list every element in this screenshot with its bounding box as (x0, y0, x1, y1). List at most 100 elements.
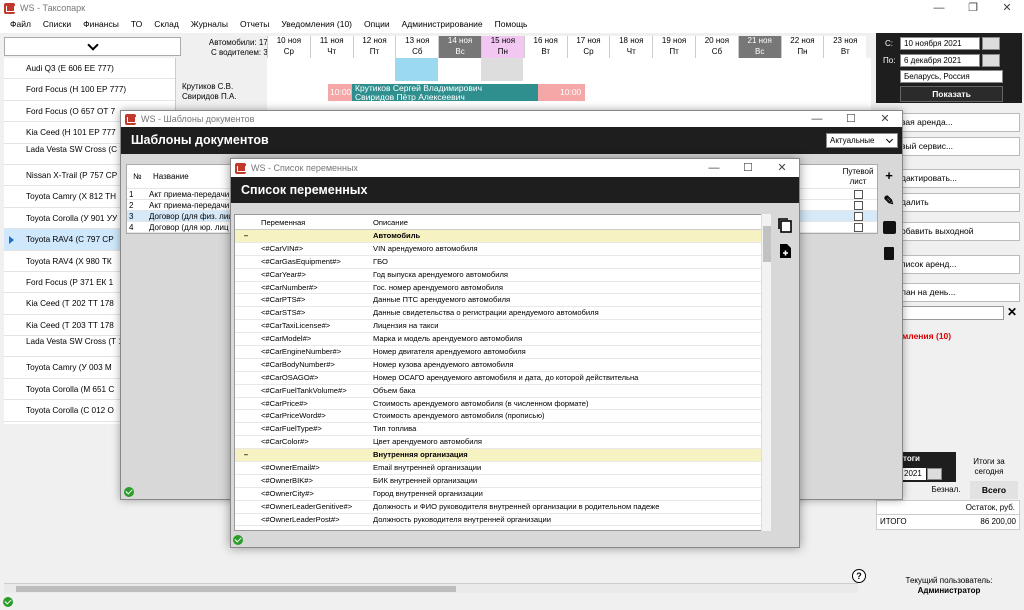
variable-description: БИК внутренней организации (373, 475, 478, 485)
collapse-group-icon[interactable]: – (235, 230, 257, 242)
add-icon[interactable]: + (879, 165, 899, 185)
collapse-button[interactable] (4, 37, 181, 56)
waybill-checkbox[interactable] (853, 223, 863, 232)
variable-description: Номер двигателя арендуемого автомобиля (373, 347, 526, 357)
maximize-icon[interactable]: ☐ (834, 111, 868, 127)
car-name: Lada Vesta SW Cross (Т 178) (26, 337, 135, 347)
menu-item[interactable]: Опции (358, 16, 396, 33)
minimize-icon[interactable]: — (922, 0, 956, 16)
waybill-checkbox[interactable] (853, 212, 863, 221)
variable-group-row[interactable]: – Внутренняя организация (235, 449, 770, 463)
variable-row[interactable]: <#OwnerLeaderPost#> Должность руководител… (235, 514, 770, 527)
menu-item[interactable]: Отчеты (234, 16, 275, 33)
menu-bar: Файл Списки Финансы ТО Склад Журналы Отчеты Уве… (0, 16, 1024, 33)
variable-row[interactable]: <#CarEngineNumber#> Номер двигателя аренд… (235, 346, 770, 359)
variables-scrollbar[interactable] (761, 214, 771, 531)
variable-row[interactable]: <#OwnerCity#> Город внутренней организаци… (235, 488, 770, 501)
trash-icon[interactable] (879, 243, 899, 263)
menu-item[interactable]: Администрирование (396, 16, 489, 33)
templates-window-title: WS - Шаблоны документов (141, 114, 255, 124)
to-calendar-icon[interactable] (982, 54, 1000, 67)
variable-row[interactable]: <#CarSTS#> Данные свидетельства о регистр… (235, 307, 770, 321)
variable-row[interactable]: <#CarBodyNumber#> Номер кузова арендуемог… (235, 359, 770, 372)
menu-item[interactable]: Уведомления (10) (275, 16, 358, 33)
booking-driver-2: Свиридов Пётр Алексеевич (355, 91, 465, 102)
main-titlebar: WS - Таксопарк — ❐ ✕ (0, 0, 1024, 16)
show-button[interactable]: Показать (900, 86, 1003, 102)
tab-cashless[interactable]: Безнал. (924, 483, 968, 497)
minimize-icon[interactable]: — (800, 111, 834, 127)
car-row[interactable]: Audi Q3 (Е 606 ЕЕ 777) (4, 58, 175, 80)
variables-heading: Список переменных (241, 183, 368, 197)
variable-row[interactable]: <#CarOSAGO#> Номер ОСАГО арендуемого авто… (235, 372, 770, 385)
driver-1: Крутиков С.В. (182, 82, 234, 91)
region-select[interactable]: Беларусь, Россия (900, 70, 1003, 83)
horizontal-scrollbar[interactable] (4, 583, 858, 593)
restore-icon[interactable]: ❐ (956, 0, 990, 16)
close-icon[interactable]: ✕ (868, 111, 902, 127)
totals-year-input[interactable]: 2021 (902, 468, 926, 480)
variable-row[interactable]: <#OwnerBIK#> БИК внутренней организации (235, 475, 770, 488)
insert-document-icon[interactable] (777, 243, 793, 259)
download-icon[interactable] (879, 217, 899, 237)
totals-table: Остаток, руб. ИТОГО 86 200,00 (876, 500, 1020, 530)
day-weekday: Вс (455, 46, 465, 56)
variable-name: <#CarNumber#> (261, 282, 318, 292)
menu-item[interactable]: Списки (37, 16, 77, 33)
from-calendar-icon[interactable] (982, 37, 1000, 50)
driver-2: Свиридов П.А. (182, 92, 237, 101)
menu-item[interactable]: Файл (4, 16, 37, 33)
variable-row[interactable]: <#CarFuelTankVolume#> Объем бака (235, 385, 770, 398)
variable-row[interactable]: <#CarPrice#> Стоимость арендуемого автомо… (235, 398, 770, 411)
close-icon[interactable]: ✕ (765, 160, 799, 176)
copy-icon[interactable] (777, 217, 793, 233)
day-column-header: 13 ноя Сб (395, 36, 439, 58)
day-weekday: Пн (497, 46, 508, 56)
variable-row[interactable]: <#CarColor#> Цвет арендуемого автомобиля (235, 436, 770, 450)
variable-row[interactable]: <#CarYear#> Год выпуска арендуемого автом… (235, 269, 770, 282)
variable-row[interactable]: <#CarGasEquipment#> ГБО (235, 256, 770, 269)
from-date-input[interactable]: 10 ноября 2021 (900, 37, 980, 50)
menu-item[interactable]: Финансы (77, 16, 125, 33)
variable-row[interactable]: <#CarTaxiLicense#> Лицензия на такси (235, 320, 770, 334)
booking-driver-bar[interactable]: Крутиков Сергей Владимирович Свиридов Пё… (352, 84, 538, 101)
variable-description: Город внутренней организации (373, 488, 483, 498)
variable-row[interactable]: <#CarPTS#> Данные ПТС арендуемого автомоб… (235, 294, 770, 308)
day-date: 14 ноя (447, 36, 473, 45)
edit-icon[interactable]: ✎ (879, 191, 899, 211)
variable-row[interactable]: <#OwnerEmail#> Email внутренней организац… (235, 462, 770, 475)
variable-row[interactable]: <#CarModel#> Марка и модель арендуемого а… (235, 333, 770, 347)
scroll-thumb[interactable] (763, 226, 771, 262)
tab-all[interactable]: Всего (970, 481, 1018, 499)
variable-name: <#CarFuelType#> (261, 424, 322, 434)
menu-item[interactable]: Журналы (185, 16, 234, 33)
status-filter-select[interactable]: Актуальные (826, 133, 898, 148)
notifications-link[interactable]: мления (10) (902, 331, 951, 341)
maximize-icon[interactable]: ☐ (731, 160, 765, 176)
clear-search-icon[interactable]: ✕ (1007, 305, 1017, 319)
minimize-icon[interactable]: — (697, 160, 731, 176)
app-icon (4, 2, 15, 14)
variable-row[interactable]: <#CarPriceWord#> Стоимость арендуемого ав… (235, 410, 770, 424)
variable-row[interactable]: <#CarVIN#> VIN арендуемого автомобиля (235, 243, 770, 256)
menu-item[interactable]: Помощь (489, 16, 534, 33)
app-icon (125, 113, 136, 125)
variable-group-row[interactable]: – Автомобиль (235, 230, 770, 243)
today-marker (395, 58, 438, 81)
waybill-checkbox[interactable] (853, 190, 863, 199)
close-icon[interactable]: ✕ (990, 0, 1024, 16)
scroll-thumb[interactable] (16, 586, 456, 592)
variables-window: WS - Список переменных — ☐ ✕ Список пере… (230, 158, 800, 548)
variable-row[interactable]: <#CarFuelType#> Тип топлива (235, 423, 770, 437)
variable-row[interactable]: <#CarNumber#> Гос. номер арендуемого авто… (235, 282, 770, 295)
collapse-group-icon[interactable]: – (235, 449, 257, 461)
variable-row[interactable]: <#OwnerLeaderGenitive#> Должность и ФИО р… (235, 501, 770, 514)
waybill-checkbox[interactable] (853, 201, 863, 210)
day-date: 15 ноя (490, 36, 516, 45)
car-row[interactable]: Ford Focus (Н 100 ЕР 777) (4, 79, 175, 101)
help-icon[interactable]: ? (852, 569, 866, 583)
totals-calendar-icon[interactable] (927, 468, 942, 480)
menu-item[interactable]: ТО (125, 16, 148, 33)
menu-item[interactable]: Склад (148, 16, 185, 33)
to-date-input[interactable]: 6 декабря 2021 (900, 54, 980, 67)
